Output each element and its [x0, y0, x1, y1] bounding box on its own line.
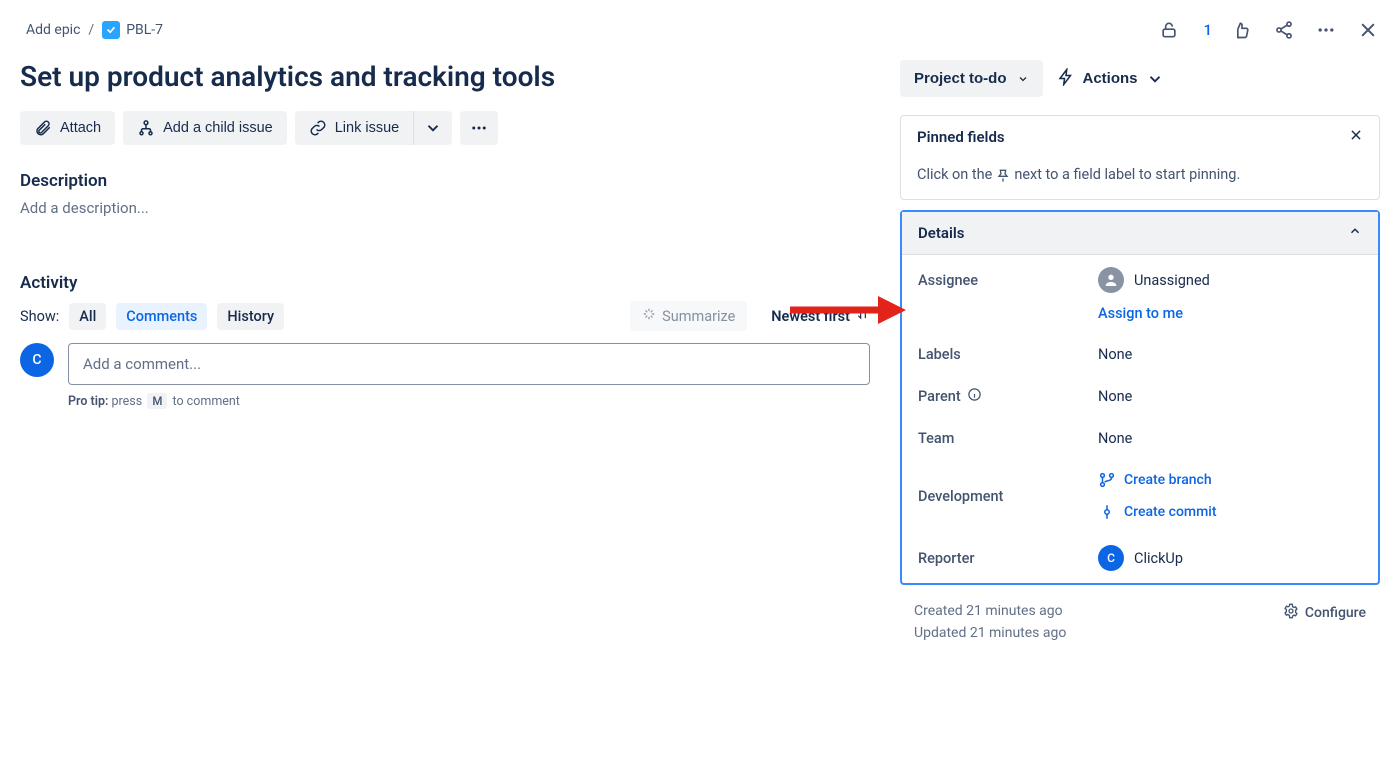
status-dropdown[interactable]: Project to-do [900, 60, 1043, 97]
field-parent: Parent None [902, 375, 1378, 418]
parent-value[interactable]: None [1098, 388, 1362, 405]
assign-to-me-link[interactable]: Assign to me [1098, 305, 1362, 322]
pro-tip-post: to comment [172, 394, 239, 409]
assignee-value[interactable]: Unassigned [1098, 267, 1362, 293]
issue-toolbar: Attach Add a child issue Link issue [20, 111, 870, 145]
details-title: Details [918, 224, 964, 242]
pinned-hint: Click on the next to a field label to st… [901, 158, 1379, 199]
add-child-label: Add a child issue [163, 120, 273, 136]
link-issue-label: Link issue [335, 120, 399, 136]
info-icon[interactable] [967, 387, 982, 406]
parent-label: Parent [918, 388, 961, 405]
top-actions: 1 [1157, 18, 1380, 42]
status-label: Project to-do [914, 70, 1007, 87]
watchers-button[interactable]: 1 [1199, 21, 1212, 39]
field-team: Team None [902, 418, 1378, 459]
pinned-hint-post: next to a field label to start pinning. [1014, 166, 1240, 183]
details-panel: Details Assignee Unassigned [900, 210, 1380, 585]
add-epic-link[interactable]: Add epic [20, 22, 80, 38]
unassigned-avatar-icon [1098, 267, 1124, 293]
comment-input[interactable]: Add a comment... [68, 343, 870, 385]
add-child-issue-button[interactable]: Add a child issue [123, 111, 287, 145]
summarize-label: Summarize [662, 308, 735, 325]
chevron-up-icon [1348, 224, 1362, 242]
bolt-icon [1057, 68, 1075, 90]
issue-key-label: PBL-7 [126, 22, 163, 38]
updated-text: Updated 21 minutes ago [914, 625, 1066, 641]
create-commit-label: Create commit [1124, 504, 1217, 520]
breadcrumb-separator: / [88, 22, 94, 38]
pinned-close-icon[interactable] [1349, 128, 1363, 146]
tab-comments[interactable]: Comments [116, 303, 207, 330]
more-icon[interactable] [1314, 18, 1338, 42]
field-assignee: Assignee Unassigned [902, 255, 1378, 305]
link-issue-dropdown[interactable] [413, 111, 452, 145]
reporter-avatar: C [1098, 545, 1124, 571]
sort-toggle[interactable]: Newest first [771, 307, 870, 325]
activity-heading: Activity [20, 273, 870, 293]
task-type-icon [102, 21, 120, 39]
create-branch-link[interactable]: Create branch [1098, 471, 1212, 489]
more-toolbar-button[interactable] [460, 111, 498, 145]
tab-history[interactable]: History [217, 303, 284, 330]
labels-value[interactable]: None [1098, 346, 1362, 363]
labels-label: Labels [918, 346, 1098, 363]
create-commit-link[interactable]: Create commit [1098, 503, 1217, 521]
tab-all[interactable]: All [69, 303, 106, 330]
breadcrumb: Add epic / PBL-7 [20, 21, 163, 39]
configure-label: Configure [1305, 605, 1366, 621]
development-label: Development [918, 488, 1098, 505]
field-reporter: Reporter C ClickUp [902, 533, 1378, 583]
reporter-label: Reporter [918, 550, 1098, 567]
team-value[interactable]: None [1098, 430, 1362, 447]
assignee-value-text: Unassigned [1134, 272, 1210, 289]
details-toggle[interactable]: Details [902, 212, 1378, 255]
current-user-avatar: C [20, 343, 54, 377]
assignee-label: Assignee [918, 272, 1098, 289]
reporter-value[interactable]: C ClickUp [1098, 545, 1362, 571]
field-development: Development Create branch [902, 459, 1378, 533]
add-epic-label: Add epic [26, 22, 80, 38]
attach-button[interactable]: Attach [20, 111, 115, 145]
watchers-count: 1 [1203, 21, 1212, 39]
link-issue-button[interactable]: Link issue [295, 111, 413, 145]
attach-label: Attach [60, 120, 101, 136]
actions-label: Actions [1083, 70, 1138, 87]
close-icon[interactable] [1356, 18, 1380, 42]
lock-icon[interactable] [1157, 18, 1181, 42]
create-branch-label: Create branch [1124, 472, 1212, 488]
team-label: Team [918, 430, 1098, 447]
field-labels: Labels None [902, 334, 1378, 375]
show-label: Show: [20, 308, 59, 325]
reporter-value-text: ClickUp [1134, 550, 1183, 567]
description-placeholder[interactable]: Add a description... [20, 199, 870, 217]
pinned-hint-pre: Click on the [917, 166, 992, 183]
summarize-button[interactable]: Summarize [630, 301, 747, 331]
actions-dropdown[interactable]: Actions [1057, 68, 1164, 90]
pinned-title: Pinned fields [917, 128, 1005, 146]
meta-row: Created 21 minutes ago Updated 21 minute… [900, 595, 1380, 641]
pinned-fields-panel: Pinned fields Click on the next to a fie… [900, 115, 1380, 200]
share-icon[interactable] [1272, 18, 1296, 42]
sort-label: Newest first [771, 308, 850, 325]
configure-link[interactable]: Configure [1283, 603, 1366, 623]
pro-tip-key: M [147, 393, 167, 409]
created-text: Created 21 minutes ago [914, 603, 1066, 619]
gear-icon [1283, 603, 1299, 623]
sparkle-icon [642, 307, 656, 325]
assign-to-me-row: Assign to me [902, 305, 1378, 334]
pro-tip-pre: press [112, 394, 143, 409]
pro-tip-label: Pro tip: [68, 394, 108, 409]
issue-title[interactable]: Set up product analytics and tracking to… [20, 60, 870, 93]
pin-icon [995, 166, 1011, 183]
description-heading: Description [20, 171, 870, 191]
pro-tip: Pro tip: press M to comment [68, 393, 870, 409]
issue-key-link[interactable]: PBL-7 [102, 21, 163, 39]
sort-icon [856, 307, 870, 325]
vote-icon[interactable] [1230, 18, 1254, 42]
